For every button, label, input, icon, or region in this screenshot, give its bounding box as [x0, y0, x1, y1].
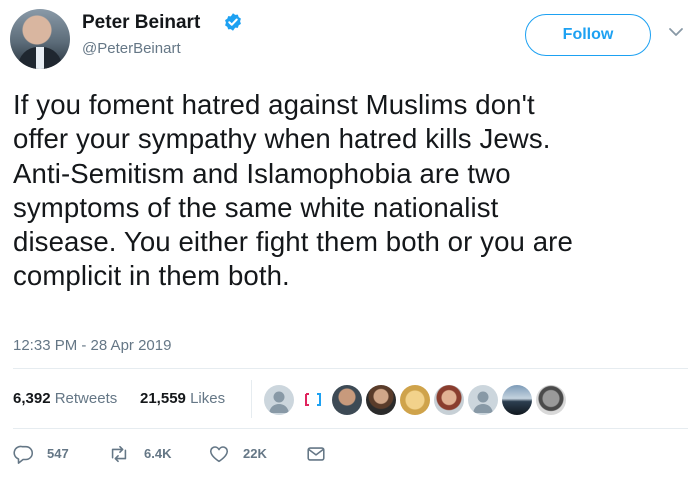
liker-avatar[interactable]	[434, 385, 464, 415]
tweet-timestamp[interactable]: 12:33 PM - 28 Apr 2019	[13, 337, 171, 354]
chevron-down-icon[interactable]	[666, 22, 686, 42]
liker-avatar[interactable]	[502, 385, 532, 415]
avatar-shirt	[36, 47, 44, 69]
retweets-stat[interactable]: 6,392 Retweets	[13, 390, 117, 407]
tweet-text-line: If you foment hatred against Muslims don…	[13, 89, 535, 120]
verified-badge-icon	[225, 13, 241, 31]
reply-icon[interactable]	[13, 443, 35, 465]
retweet-action-count[interactable]: 6.4K	[144, 446, 171, 461]
author-name[interactable]: Peter Beinart	[82, 12, 200, 34]
tweet-text-line: offer your sympathy when hatred kills Je…	[13, 123, 551, 155]
reply-count[interactable]: 547	[47, 446, 69, 461]
likes-label: Likes	[190, 390, 226, 407]
author-handle[interactable]: @PeterBeinart	[82, 40, 181, 57]
liker-avatar[interactable]	[468, 385, 498, 415]
retweets-label: Retweets	[54, 390, 118, 407]
divider	[13, 368, 688, 369]
like-action-count[interactable]: 22K	[243, 446, 267, 461]
liker-avatar[interactable]	[400, 385, 430, 415]
likes-stat[interactable]: 21,559 Likes	[140, 390, 225, 407]
likes-count: 21,559	[140, 390, 186, 407]
liker-avatar[interactable]	[332, 385, 362, 415]
tweet-text-line: disease. You either fight them both or y…	[13, 226, 573, 258]
retweets-count: 6,392	[13, 390, 51, 407]
follow-button[interactable]: Follow	[525, 14, 651, 56]
tweet-text-line: Anti-Semitism and Islamophobia are two	[13, 157, 511, 189]
author-avatar[interactable]	[10, 9, 70, 69]
liker-avatar[interactable]	[536, 385, 566, 415]
like-icon[interactable]	[208, 443, 230, 465]
liker-avatar[interactable]	[264, 385, 294, 415]
tweet-text-line: complicit in them both.	[13, 260, 290, 292]
divider	[13, 428, 688, 429]
tweet-text: If you foment hatred against Muslims don…	[13, 88, 693, 294]
stats-separator	[251, 380, 252, 418]
retweet-icon[interactable]	[108, 443, 130, 465]
tweet-text-line: symptoms of the same white nationalist	[13, 191, 499, 223]
message-icon[interactable]	[305, 443, 327, 465]
liker-avatar[interactable]	[366, 385, 396, 415]
liker-avatar[interactable]	[298, 385, 328, 415]
